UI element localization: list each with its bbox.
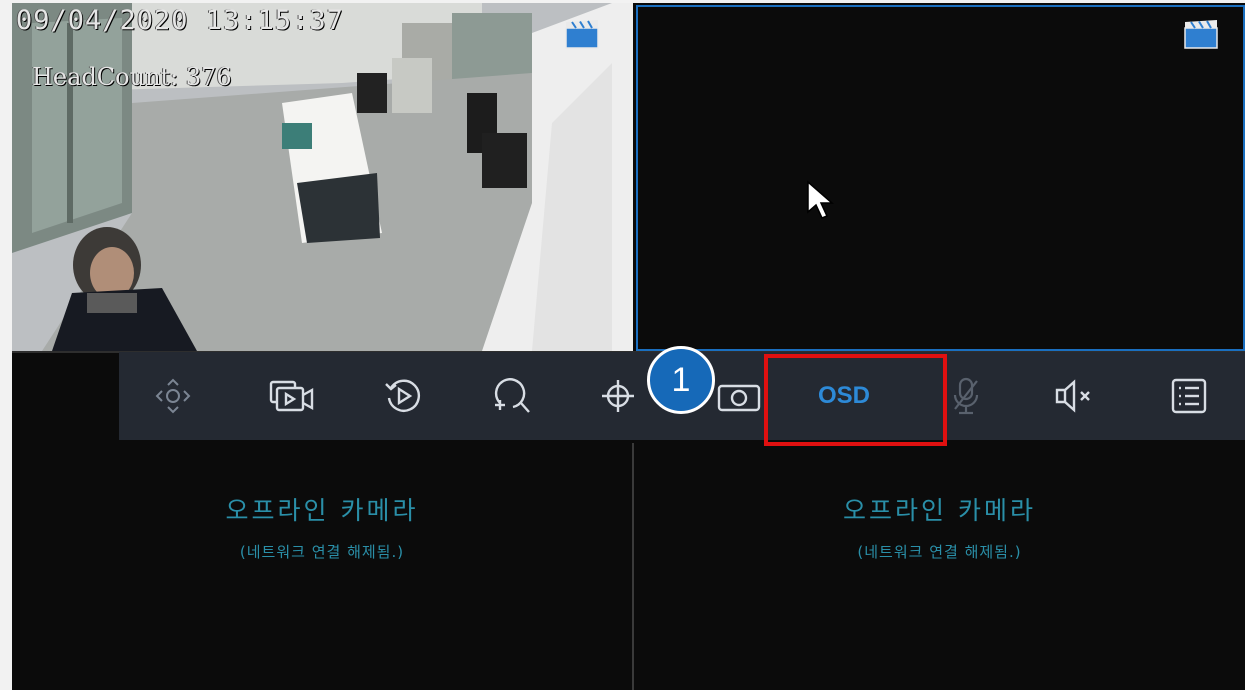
- playback-record-button[interactable]: [259, 352, 325, 440]
- osd-highlight-box: [764, 354, 947, 446]
- menu-list-button[interactable]: [1159, 352, 1219, 440]
- timestamp-overlay: 09/04/2020 13:15:37: [16, 5, 344, 36]
- camera-pane-1[interactable]: 09/04/2020 13:15:37 HeadCount: 376: [12, 3, 633, 351]
- instant-playback-icon: [385, 379, 421, 412]
- ptz-button[interactable]: [143, 352, 203, 440]
- snapshot-icon: [717, 384, 761, 412]
- offline-subtitle: (네트워크 연결 해제됨.): [857, 543, 1022, 561]
- image-settings-button[interactable]: [593, 352, 643, 440]
- step-callout-badge: 1: [647, 346, 715, 414]
- image-settings-icon: [602, 380, 634, 412]
- mouse-cursor-icon: [807, 180, 834, 219]
- offline-subtitle: (네트워크 연결 해제됨.): [239, 543, 405, 561]
- offline-message: 오프라인 카메라 (네트워크 연결 해제됨.): [12, 491, 632, 562]
- zoom-in-button[interactable]: [483, 352, 543, 440]
- microphone-button[interactable]: [941, 352, 991, 440]
- offline-message: 오프라인 카메라 (네트워크 연결 해제됨.): [634, 491, 1245, 562]
- menu-list-icon: [1171, 378, 1207, 414]
- camera-1-video: [12, 3, 633, 351]
- headcount-overlay: HeadCount: 376: [32, 63, 232, 91]
- camera-pane-2[interactable]: [636, 5, 1245, 351]
- playback-record-icon: [269, 380, 314, 412]
- pane-divider-vertical: [632, 443, 634, 690]
- snapshot-button[interactable]: [709, 352, 769, 440]
- zoom-in-icon: [494, 378, 530, 413]
- microphone-off-icon: [953, 377, 979, 415]
- instant-playback-button[interactable]: [373, 352, 433, 440]
- offline-title: 오프라인 카메라: [225, 496, 419, 525]
- speaker-mute-button[interactable]: [1045, 352, 1105, 440]
- clapperboard-icon: [1184, 20, 1218, 49]
- clapperboard-icon: [565, 20, 599, 49]
- offline-title: 오프라인 카메라: [843, 496, 1036, 525]
- ptz-icon: [155, 378, 191, 414]
- speaker-mute-icon: [1055, 379, 1090, 413]
- nvr-screen: 09/04/2020 13:15:37 HeadCount: 376 오프라인 …: [12, 3, 1245, 690]
